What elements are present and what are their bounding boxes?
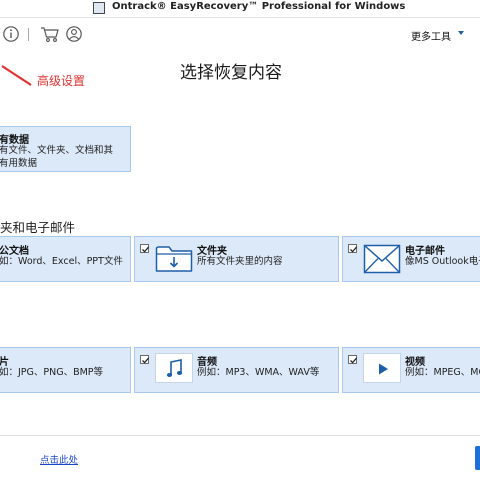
window-title: Ontrack® EasyRecovery™ Professional for … [112, 1, 406, 12]
annotation-arrow [1, 65, 32, 86]
video-icon-box [363, 353, 401, 383]
title-bar: Ontrack® EasyRecovery™ Professional for … [0, 0, 480, 17]
checkbox-checked-icon [142, 357, 150, 364]
office-documents-card[interactable]: 公文档 如：Word、Excel、PPT文件 [0, 236, 131, 282]
checkbox-checked-icon [350, 357, 358, 364]
page-title: 选择恢复内容 [180, 63, 282, 83]
audio-icon-box [155, 353, 193, 383]
folder-icon [155, 246, 193, 272]
checkbox[interactable] [348, 244, 358, 253]
audio-card[interactable]: 音频 例如：MP3、WMA、WAV等 [134, 347, 339, 393]
play-icon [379, 363, 388, 375]
card-desc-line1: 有文件、文件夹、文档和其 [0, 145, 114, 156]
card-desc: 例如：MP3、WMA、WAV等 [197, 367, 320, 378]
photo-card[interactable]: 片 如：JPG、PNG、BMP等 [0, 347, 131, 393]
card-desc: 如：Word、Excel、PPT文件 [0, 256, 123, 267]
card-desc-line2: 有用数据 [0, 158, 38, 169]
checkbox-checked-icon [142, 246, 150, 253]
checkbox[interactable] [140, 355, 150, 364]
video-card[interactable]: 视频 例如：MPEG、MO [342, 347, 480, 393]
app-icon [93, 2, 105, 14]
music-icon [166, 359, 183, 377]
more-tools-menu[interactable]: 更多工具 [411, 28, 451, 43]
click-here-link[interactable]: 点击此处 [40, 452, 78, 466]
all-data-card[interactable]: 有数据 有文件、文件夹、文档和其 有用数据 [0, 126, 131, 172]
next-button[interactable] [475, 446, 480, 470]
folder-card[interactable]: 文件夹 所有文件夹里的内容 [134, 236, 339, 282]
card-desc: 如：JPG、PNG、BMP等 [0, 367, 104, 378]
checkbox[interactable] [140, 244, 150, 253]
info-icon[interactable] [2, 25, 20, 43]
title-separator [0, 17, 480, 18]
section-heading: 夹和电子邮件 [0, 220, 76, 235]
advanced-settings-label: 高级设置 [37, 74, 86, 88]
user-icon[interactable] [65, 25, 83, 43]
toolbar-divider [28, 28, 29, 41]
card-desc: 例如：MPEG、MO [405, 367, 480, 378]
footer-divider [0, 435, 480, 436]
email-card[interactable]: 电子邮件 像MS Outlook电子 [342, 236, 480, 282]
cart-icon[interactable] [40, 25, 60, 43]
card-desc: 像MS Outlook电子 [405, 256, 480, 267]
checkbox-checked-icon [350, 246, 358, 253]
checkbox[interactable] [348, 355, 358, 364]
mail-icon [363, 244, 401, 274]
card-desc: 所有文件夹里的内容 [197, 256, 283, 267]
chevron-down-icon[interactable] [458, 31, 464, 35]
